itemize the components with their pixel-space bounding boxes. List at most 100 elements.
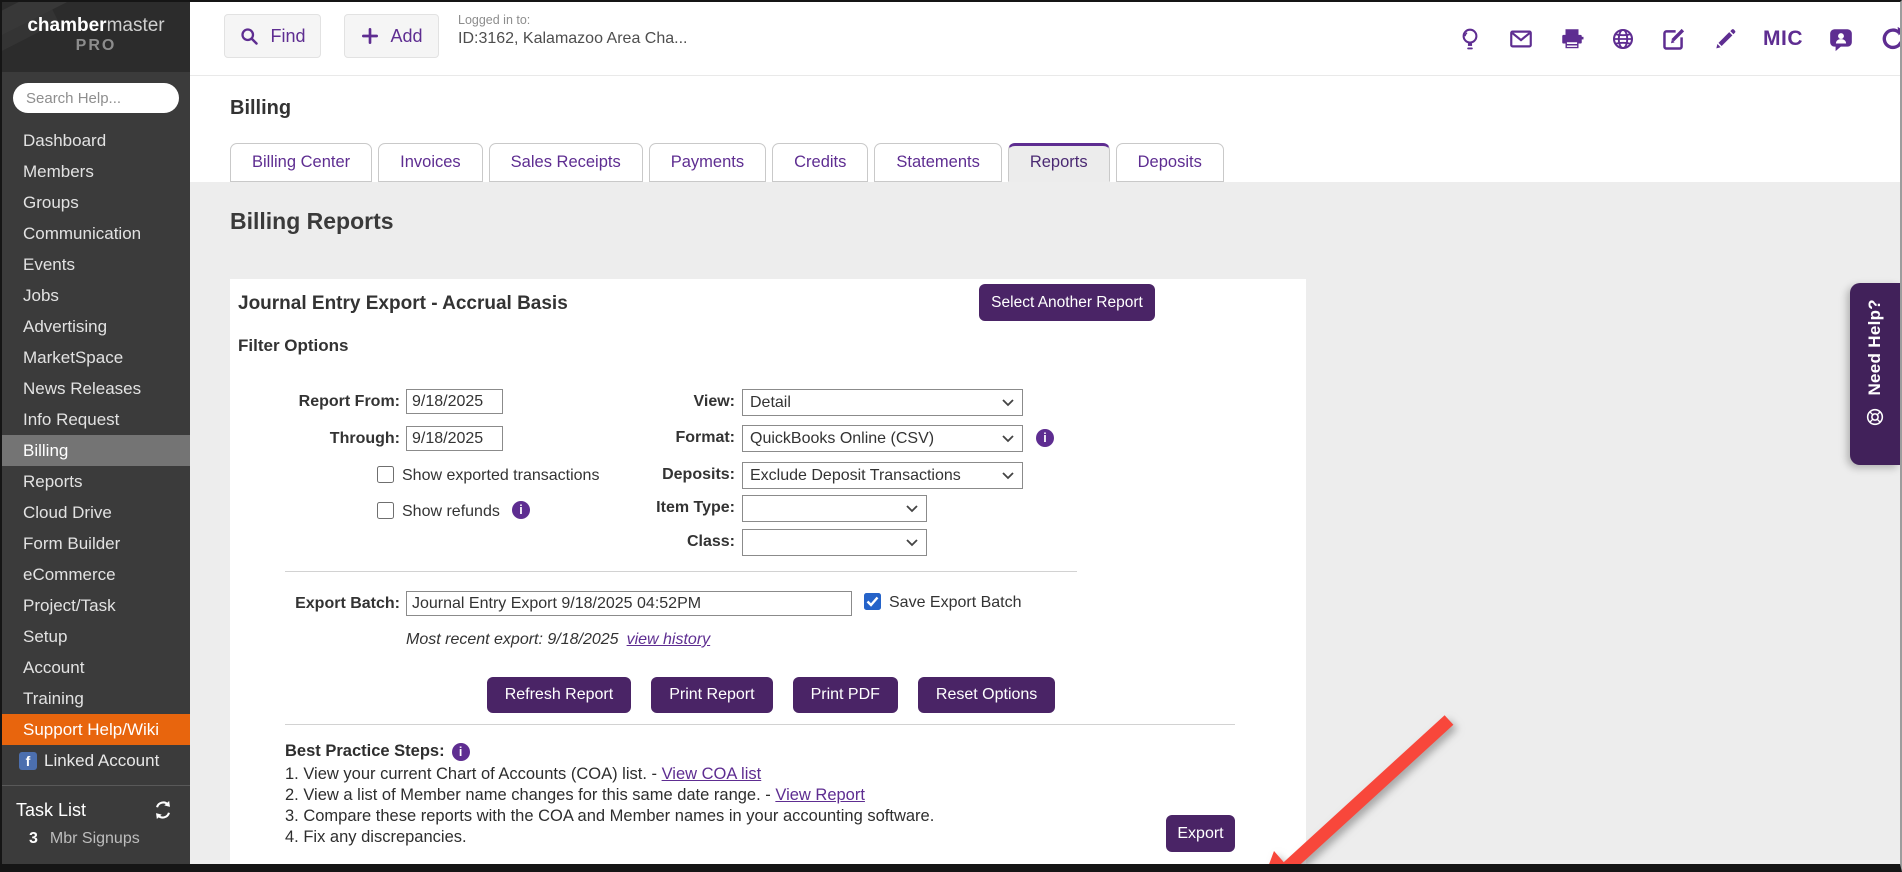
sidebar-item-advertising[interactable]: Advertising <box>2 311 190 342</box>
refresh-report-button[interactable]: Refresh Report <box>486 677 632 713</box>
tab-billing-center[interactable]: Billing Center <box>230 143 373 182</box>
sidebar-item-ecommerce[interactable]: eCommerce <box>2 559 190 590</box>
sidebar-item-project-task[interactable]: Project/Task <box>2 590 190 621</box>
need-help-tab[interactable]: Need Help? <box>1850 283 1900 465</box>
topbar: Find Add Logged in to: ID:3162, Kalamazo… <box>190 2 1900 76</box>
sidebar: chambermaster PRO Dashboard Members Grou… <box>2 2 190 864</box>
chevron-down-icon <box>906 538 918 546</box>
best-practices-info-icon[interactable]: i <box>451 742 470 761</box>
export-batch-label: Export Batch: <box>295 595 400 612</box>
print-pdf-button[interactable]: Print PDF <box>792 677 898 713</box>
sidebar-item-dashboard[interactable]: Dashboard <box>2 125 190 156</box>
select-another-report-button[interactable]: Select Another Report <box>979 284 1155 321</box>
export-batch-input[interactable] <box>406 591 852 616</box>
show-refunds-checkbox[interactable] <box>377 502 394 519</box>
tab-deposits[interactable]: Deposits <box>1115 143 1224 182</box>
format-select[interactable]: QuickBooks Online (CSV) <box>742 425 1023 452</box>
view-coa-list-link[interactable]: View COA list <box>662 765 762 783</box>
sidebar-item-events[interactable]: Events <box>2 249 190 280</box>
tab-sales-receipts[interactable]: Sales Receipts <box>488 143 643 182</box>
tab-credits[interactable]: Credits <box>772 143 869 182</box>
task-refresh-icon[interactable] <box>152 799 174 821</box>
compose-icon[interactable] <box>1661 26 1687 52</box>
sidebar-item-account[interactable]: Account <box>2 652 190 683</box>
app-window: chambermaster PRO Dashboard Members Grou… <box>0 0 1902 872</box>
search-icon <box>241 27 259 45</box>
sidebar-item-groups[interactable]: Groups <box>2 187 190 218</box>
class-label: Class: <box>686 533 735 550</box>
format-value: QuickBooks Online (CSV) <box>750 429 935 447</box>
view-report-link[interactable]: View Report <box>775 786 865 804</box>
sidebar-item-communication[interactable]: Communication <box>2 218 190 249</box>
format-info-icon[interactable]: i <box>1036 429 1054 447</box>
add-button[interactable]: Add <box>344 14 439 58</box>
check-icon <box>866 596 879 607</box>
envelope-icon[interactable] <box>1508 26 1534 52</box>
sidebar-item-reports[interactable]: Reports <box>2 466 190 497</box>
best-practices-title-text: Best Practice Steps: <box>285 742 445 760</box>
printer-icon[interactable] <box>1559 26 1585 52</box>
sidebar-item-marketspace[interactable]: MarketSpace <box>2 342 190 373</box>
through-input[interactable] <box>406 426 503 451</box>
report-actions: Refresh Report Print Report Print PDF Re… <box>285 677 1257 713</box>
chevron-down-icon <box>1002 471 1014 479</box>
best-practice-step: 4. Fix any discrepancies. <box>285 828 467 847</box>
report-from-label: Report From: <box>298 393 400 410</box>
search-help-input[interactable] <box>13 83 179 113</box>
tab-payments[interactable]: Payments <box>648 143 767 182</box>
sidebar-item-members[interactable]: Members <box>2 156 190 187</box>
refunds-info-icon[interactable]: i <box>512 501 530 519</box>
tab-reports[interactable]: Reports <box>1007 143 1110 182</box>
view-value: Detail <box>750 393 791 411</box>
sidebar-item-form-builder[interactable]: Form Builder <box>2 528 190 559</box>
report-from-input[interactable] <box>406 389 503 414</box>
linked-account-label: Linked Account <box>44 750 160 770</box>
recent-export-text: Most recent export: 9/18/2025 <box>406 631 619 648</box>
pencil-icon[interactable] <box>1712 26 1738 52</box>
filter-options-title: Filter Options <box>238 336 349 355</box>
view-select[interactable]: Detail <box>742 389 1023 416</box>
logo-bold: chamber <box>27 15 107 36</box>
sidebar-search-wrap <box>2 72 190 120</box>
item-type-select[interactable] <box>742 495 927 522</box>
save-export-batch-checkbox[interactable] <box>864 593 881 610</box>
sidebar-item-support-help[interactable]: Support Help/Wiki <box>2 714 190 745</box>
report-card: Journal Entry Export - Accrual Basis Sel… <box>230 279 1306 864</box>
section-title: Billing Reports <box>230 208 394 234</box>
tab-statements[interactable]: Statements <box>874 143 1002 182</box>
find-button[interactable]: Find <box>224 14 321 58</box>
support-chat-icon[interactable] <box>1828 26 1854 52</box>
plus-icon <box>362 28 379 45</box>
deposits-select[interactable]: Exclude Deposit Transactions <box>742 462 1023 489</box>
need-help-label: Need Help? <box>1865 299 1884 396</box>
sidebar-item-training[interactable]: Training <box>2 683 190 714</box>
step-text: 1. View your current Chart of Accounts (… <box>285 765 662 783</box>
export-button[interactable]: Export <box>1166 815 1235 852</box>
view-history-link[interactable]: view history <box>627 631 711 648</box>
reset-options-button[interactable]: Reset Options <box>917 677 1056 713</box>
sidebar-item-news-releases[interactable]: News Releases <box>2 373 190 404</box>
print-report-button[interactable]: Print Report <box>651 677 773 713</box>
sidebar-item-setup[interactable]: Setup <box>2 621 190 652</box>
save-export-batch-label: Save Export Batch <box>889 594 1022 611</box>
tab-invoices[interactable]: Invoices <box>378 143 483 182</box>
refresh-icon[interactable] <box>1879 26 1902 52</box>
show-exported-checkbox[interactable] <box>377 466 394 483</box>
sidebar-item-billing[interactable]: Billing <box>2 435 190 466</box>
lightbulb-icon[interactable] <box>1457 26 1483 52</box>
sidebar-item-linked-account[interactable]: f Linked Account <box>2 745 190 776</box>
mic-label[interactable]: MIC <box>1763 27 1803 51</box>
logged-in-info: Logged in to: ID:3162, Kalamazoo Area Ch… <box>458 13 687 48</box>
facebook-icon: f <box>19 751 37 770</box>
main-content: Billing Billing Center Invoices Sales Re… <box>190 76 1900 864</box>
sidebar-item-info-request[interactable]: Info Request <box>2 404 190 435</box>
chevron-down-icon <box>906 504 918 512</box>
report-title: Journal Entry Export - Accrual Basis <box>238 293 568 314</box>
sidebar-item-cloud-drive[interactable]: Cloud Drive <box>2 497 190 528</box>
sidebar-item-jobs[interactable]: Jobs <box>2 280 190 311</box>
globe-icon[interactable] <box>1610 26 1636 52</box>
step-text: 2. View a list of Member name changes fo… <box>285 786 776 804</box>
class-select[interactable] <box>742 529 927 556</box>
task-list-item[interactable]: 3 Mbr Signups <box>2 821 190 848</box>
life-ring-icon <box>1866 408 1884 425</box>
